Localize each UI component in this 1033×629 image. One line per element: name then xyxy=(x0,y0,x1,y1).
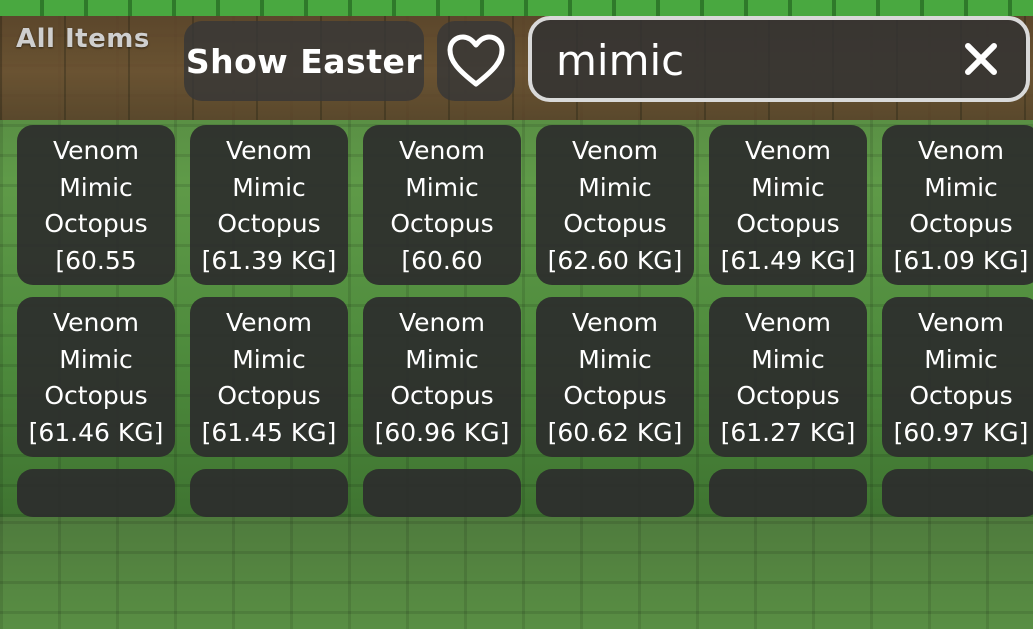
item-card[interactable]: Venom Mimic Octopus [62.60 KG] xyxy=(536,125,694,285)
item-name-line: Venom xyxy=(52,308,140,337)
heart-icon xyxy=(447,34,505,87)
item-name-line: Octopus xyxy=(736,209,840,238)
item-weight: [61.45 KG] xyxy=(201,417,337,447)
search-field[interactable] xyxy=(528,16,1030,102)
item-weight: [60.60 xyxy=(401,245,483,275)
item-card[interactable]: Venom Mimic Octopus [61.27 KG] xyxy=(709,297,867,457)
item-name-line: Octopus xyxy=(563,381,667,410)
item-name-line: Octopus xyxy=(909,209,1013,238)
item-name-line: Mimic xyxy=(59,172,133,202)
item-name-line: Mimic xyxy=(405,172,479,202)
item-name-line: Octopus xyxy=(736,381,840,410)
item-card[interactable]: Venom Mimic Octopus [60.62 KG] xyxy=(536,297,694,457)
item-card[interactable]: Venom Mimic Octopus [61.09 KG] xyxy=(882,125,1033,285)
search-input[interactable] xyxy=(556,32,936,88)
item-weight: [62.60 KG] xyxy=(547,245,683,275)
item-card[interactable] xyxy=(17,469,175,517)
item-card[interactable]: Venom Mimic Octopus [60.60 xyxy=(363,125,521,285)
item-name-line: Octopus xyxy=(563,209,667,238)
item-weight: [60.62 KG] xyxy=(547,417,683,447)
item-name-line: Octopus xyxy=(909,381,1013,410)
item-card[interactable] xyxy=(536,469,694,517)
item-card[interactable] xyxy=(363,469,521,517)
show-easter-button[interactable]: Show Easter xyxy=(184,21,424,101)
item-card[interactable] xyxy=(190,469,348,517)
item-name-line: Venom xyxy=(398,136,486,165)
favorite-button[interactable] xyxy=(437,21,515,101)
item-card[interactable]: Venom Mimic Octopus [61.46 KG] xyxy=(17,297,175,457)
item-name-line: Venom xyxy=(571,136,659,165)
item-name-line: Venom xyxy=(744,136,832,165)
item-name-line: Mimic xyxy=(232,172,306,202)
item-name-line: Octopus xyxy=(390,381,494,410)
item-name-line: Mimic xyxy=(232,344,306,374)
item-card[interactable]: Venom Mimic Octopus [61.49 KG] xyxy=(709,125,867,285)
item-weight: [60.96 KG] xyxy=(374,417,510,447)
item-name-line: Octopus xyxy=(44,209,148,238)
item-name-line: Mimic xyxy=(924,344,998,374)
item-name-line: Mimic xyxy=(751,172,825,202)
item-name-line: Venom xyxy=(225,136,313,165)
item-card[interactable]: Venom Mimic Octopus [60.55 xyxy=(17,125,175,285)
item-name-line: Mimic xyxy=(405,344,479,374)
clear-search-button[interactable] xyxy=(956,34,1006,84)
item-weight: [61.49 KG] xyxy=(720,245,856,275)
item-weight: [61.39 KG] xyxy=(201,245,337,275)
item-name-line: Octopus xyxy=(217,381,321,410)
item-card[interactable] xyxy=(882,469,1033,517)
item-name-line: Mimic xyxy=(59,344,133,374)
item-weight: [61.27 KG] xyxy=(720,417,856,447)
item-weight: [61.09 KG] xyxy=(893,245,1029,275)
item-name-line: Mimic xyxy=(924,172,998,202)
item-name-line: Venom xyxy=(398,308,486,337)
item-name-line: Mimic xyxy=(578,172,652,202)
item-grid: Venom Mimic Octopus [60.55 Venom Mimic O… xyxy=(17,125,1033,629)
item-card[interactable]: Venom Mimic Octopus [61.45 KG] xyxy=(190,297,348,457)
item-name-line: Octopus xyxy=(390,209,494,238)
item-card[interactable]: Venom Mimic Octopus [61.39 KG] xyxy=(190,125,348,285)
item-name-line: Venom xyxy=(52,136,140,165)
item-name-line: Octopus xyxy=(44,381,148,410)
item-name-line: Octopus xyxy=(217,209,321,238)
item-name-line: Mimic xyxy=(751,344,825,374)
item-card[interactable] xyxy=(709,469,867,517)
item-card[interactable]: Venom Mimic Octopus [60.97 KG] xyxy=(882,297,1033,457)
item-name-line: Venom xyxy=(744,308,832,337)
item-name-line: Mimic xyxy=(578,344,652,374)
item-name-line: Venom xyxy=(917,136,1005,165)
item-weight: [60.55 xyxy=(55,245,137,275)
item-weight: [60.97 KG] xyxy=(893,417,1029,447)
section-label: All Items xyxy=(16,24,150,54)
inventory-panel: All Items Show Easter Venom Mimic Octopu… xyxy=(0,0,1033,517)
item-name-line: Venom xyxy=(225,308,313,337)
item-card[interactable]: Venom Mimic Octopus [60.96 KG] xyxy=(363,297,521,457)
item-weight: [61.46 KG] xyxy=(28,417,164,447)
item-name-line: Venom xyxy=(571,308,659,337)
item-name-line: Venom xyxy=(917,308,1005,337)
close-icon xyxy=(965,43,997,75)
